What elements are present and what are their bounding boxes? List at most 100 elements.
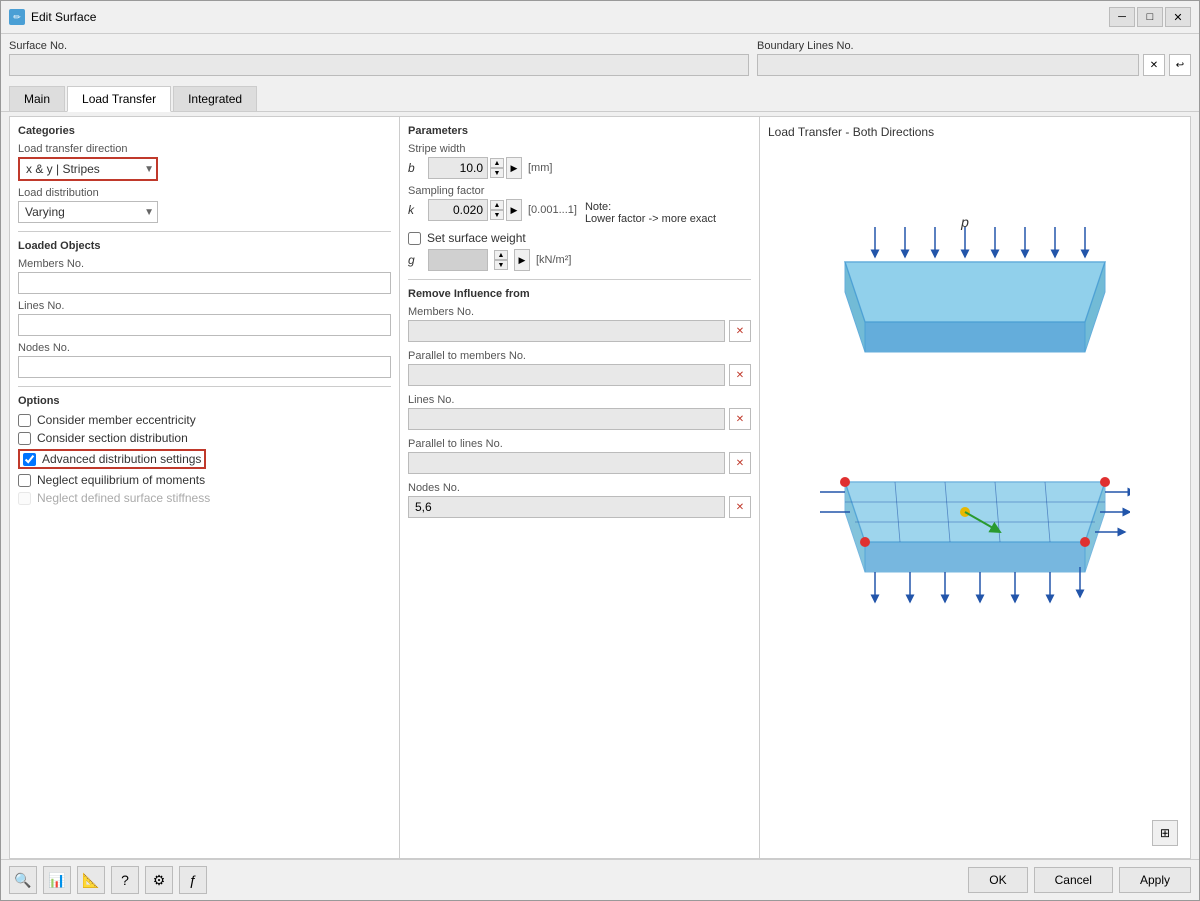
viz-title: Load Transfer - Both Directions (768, 125, 1182, 139)
cancel-button[interactable]: Cancel (1034, 867, 1113, 893)
ri-parallel-members-group: Parallel to members No. ✕ (408, 350, 751, 386)
middle-panel: Parameters Stripe width b ▲ ▼ ▶ [mm] (400, 117, 760, 858)
load-distribution-select[interactable]: Varying Uniform Linear (18, 201, 158, 223)
remove-influence-title: Remove Influence from (408, 288, 751, 300)
stripe-width-label: Stripe width (408, 143, 751, 155)
consider-eccentricity-label: Consider member eccentricity (37, 413, 196, 427)
viz-settings-button[interactable]: ⊞ (1152, 820, 1178, 846)
sampling-factor-down-button[interactable]: ▼ (490, 210, 504, 220)
neglect-equilibrium-checkbox[interactable] (18, 474, 31, 487)
stripe-width-unit: [mm] (528, 162, 552, 174)
tab-main[interactable]: Main (9, 86, 65, 111)
stripe-width-up-button[interactable]: ▲ (490, 158, 504, 168)
apply-button[interactable]: Apply (1119, 867, 1191, 893)
consider-section-row: Consider section distribution (18, 431, 391, 445)
sampling-factor-range: [0.001...1] (528, 204, 577, 216)
title-bar: ✏ Edit Surface ─ □ ✕ (1, 1, 1199, 34)
consider-section-checkbox[interactable] (18, 432, 31, 445)
ri-members-label: Members No. (408, 306, 751, 318)
surface-no-field: Surface No. 2 (9, 40, 749, 76)
ri-nodes-label: Nodes No. (408, 482, 751, 494)
load-distribution-group: Load distribution Varying Uniform Linear… (18, 187, 391, 223)
load-distribution-label: Load distribution (18, 187, 391, 199)
ri-nodes-clear-button[interactable]: ✕ (729, 496, 751, 518)
lo-nodes-input[interactable] (18, 356, 391, 378)
bottom-actions: OK Cancel Apply (968, 867, 1191, 893)
minimize-button[interactable]: ─ (1109, 7, 1135, 27)
lo-members-label: Members No. (18, 258, 391, 270)
ri-lines-clear-button[interactable]: ✕ (729, 408, 751, 430)
ri-parallel-lines-group: Parallel to lines No. ✕ (408, 438, 751, 474)
sampling-factor-up-button[interactable]: ▲ (490, 200, 504, 210)
stripe-width-arrow-button[interactable]: ▶ (506, 157, 522, 179)
divider-2 (18, 386, 391, 387)
visualization-svg: p (820, 182, 1130, 782)
lo-lines-group: Lines No. (18, 300, 391, 336)
load-transfer-direction-label: Load transfer direction (18, 143, 391, 155)
ri-lines-label: Lines No. (408, 394, 751, 406)
load-transfer-direction-select[interactable]: x & y | Stripes x only y only (18, 157, 158, 181)
ri-members-input[interactable] (408, 320, 725, 342)
sampling-factor-label: Sampling factor (408, 185, 751, 197)
g-symbol: g (408, 253, 422, 267)
advanced-distribution-checkbox[interactable] (23, 453, 36, 466)
consider-eccentricity-row: Consider member eccentricity (18, 413, 391, 427)
categories-title: Categories (18, 125, 391, 137)
advanced-distribution-label: Advanced distribution settings (42, 452, 201, 466)
note-line2: Lower factor -> more exact (585, 213, 716, 225)
top-inputs: Surface No. 2 Boundary Lines No. 7-9 ✕ ↩ (1, 34, 1199, 82)
ri-nodes-input[interactable] (408, 496, 725, 518)
g-down-button: ▼ (494, 260, 508, 270)
tab-integrated[interactable]: Integrated (173, 86, 257, 111)
viz-footer: ⊞ (768, 816, 1182, 850)
ok-button[interactable]: OK (968, 867, 1027, 893)
stripe-width-down-button[interactable]: ▼ (490, 168, 504, 178)
ri-members-clear-button[interactable]: ✕ (729, 320, 751, 342)
sampling-factor-group: Sampling factor k ▲ ▼ ▶ [0.001...1] (408, 185, 751, 225)
ri-parallel-members-input[interactable] (408, 364, 725, 386)
help-button[interactable]: ? (111, 866, 139, 894)
search-button[interactable]: 🔍 (9, 866, 37, 894)
bottom-toolbar: 🔍 📊 📐 ? ⚙ ƒ (9, 866, 207, 894)
options-title: Options (18, 395, 391, 407)
ri-parallel-lines-input[interactable] (408, 452, 725, 474)
neglect-stiffness-checkbox (18, 492, 31, 505)
stripe-width-input[interactable] (428, 157, 488, 179)
g-value-input (428, 249, 488, 271)
info-button[interactable]: ƒ (179, 866, 207, 894)
ri-parallel-lines-label: Parallel to lines No. (408, 438, 751, 450)
boundary-clear-button[interactable]: ✕ (1143, 54, 1165, 76)
advanced-distribution-row: Advanced distribution settings (18, 449, 391, 469)
diagram-button[interactable]: 📐 (77, 866, 105, 894)
ri-lines-input[interactable] (408, 408, 725, 430)
boundary-select-button[interactable]: ↩ (1169, 54, 1191, 76)
sampling-factor-arrow-button[interactable]: ▶ (506, 199, 522, 221)
parameters-title: Parameters (408, 125, 751, 137)
ri-parallel-members-clear-button[interactable]: ✕ (729, 364, 751, 386)
neglect-equilibrium-label: Neglect equilibrium of moments (37, 473, 205, 487)
tab-load-transfer[interactable]: Load Transfer (67, 86, 171, 112)
maximize-button[interactable]: □ (1137, 7, 1163, 27)
ri-parallel-lines-clear-button[interactable]: ✕ (729, 452, 751, 474)
boundary-lines-field: Boundary Lines No. 7-9 ✕ ↩ (757, 40, 1191, 76)
left-panel: Categories Load transfer direction x & y… (10, 117, 400, 858)
boundary-lines-input[interactable]: 7-9 (757, 54, 1139, 76)
stripe-width-spinners: ▲ ▼ (490, 158, 504, 178)
surface-no-input[interactable]: 2 (9, 54, 749, 76)
set-surface-weight-checkbox[interactable] (408, 232, 421, 245)
ri-lines-group: Lines No. ✕ (408, 394, 751, 430)
consider-eccentricity-checkbox[interactable] (18, 414, 31, 427)
set-surface-weight-label: Set surface weight (427, 231, 526, 245)
table-button[interactable]: 📊 (43, 866, 71, 894)
neglect-stiffness-row: Neglect defined surface stiffness (18, 491, 391, 505)
sampling-factor-input[interactable] (428, 199, 488, 221)
bottom-bar: 🔍 📊 📐 ? ⚙ ƒ OK Cancel Apply (1, 859, 1199, 900)
stripe-width-symbol: b (408, 161, 422, 175)
close-button[interactable]: ✕ (1165, 7, 1191, 27)
tabs: Main Load Transfer Integrated (1, 82, 1199, 112)
settings-button[interactable]: ⚙ (145, 866, 173, 894)
edit-surface-window: ✏ Edit Surface ─ □ ✕ Surface No. 2 Bound… (0, 0, 1200, 901)
lo-members-input[interactable]: 1 (18, 272, 391, 294)
lo-nodes-group: Nodes No. (18, 342, 391, 378)
lo-lines-input[interactable] (18, 314, 391, 336)
